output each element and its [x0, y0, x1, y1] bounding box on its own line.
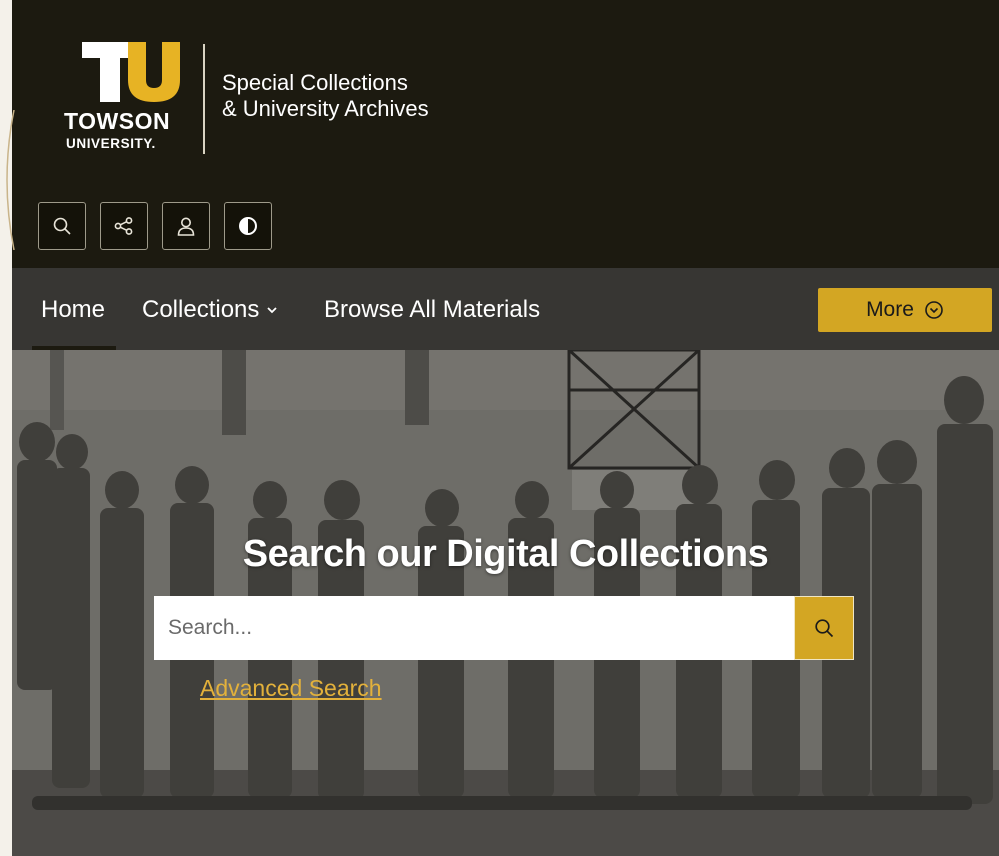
user-icon	[177, 217, 195, 236]
main-nav: Home Collections Browse All Materials Mo…	[12, 268, 999, 350]
circle-chevron-down-icon	[925, 301, 943, 319]
search-icon	[815, 619, 834, 638]
nav-item-collections[interactable]: Collections	[142, 296, 279, 324]
nav-item-browse-all[interactable]: Browse All Materials	[324, 296, 540, 324]
contrast-icon	[239, 217, 257, 235]
nav-item-collections-label: Collections	[142, 296, 260, 323]
hero-banner: Search our Digital Collections Advanced …	[12, 350, 999, 856]
nav-item-browse-all-label: Browse All Materials	[324, 296, 541, 323]
site-name-line-1: Special Collections	[222, 70, 408, 95]
decorative-arc	[6, 110, 15, 250]
site-name-line-2: & University Archives	[222, 96, 429, 121]
hero-title: Search our Digital Collections	[242, 533, 769, 576]
user-account-button[interactable]	[162, 202, 210, 250]
contrast-toggle-button[interactable]	[224, 202, 272, 250]
towson-logo[interactable]: TOWSON UNIVERSITY.	[64, 42, 194, 157]
advanced-search-link[interactable]: Advanced Search	[200, 675, 382, 702]
site-header: TOWSON UNIVERSITY. Special Collections &…	[12, 0, 999, 268]
page: TOWSON UNIVERSITY. Special Collections &…	[12, 0, 999, 856]
search-icon	[53, 217, 71, 235]
share-button[interactable]	[100, 202, 148, 250]
utility-toolbar	[38, 202, 272, 250]
nav-item-home-label: Home	[41, 296, 106, 323]
search-submit-button[interactable]	[794, 596, 854, 660]
logo-divider	[203, 44, 205, 154]
search-form	[154, 596, 854, 660]
towson-logo-icon	[82, 42, 180, 102]
nav-item-home[interactable]: Home	[41, 296, 105, 324]
search-input[interactable]	[154, 596, 794, 660]
logo-wordmark-towson: TOWSON	[64, 108, 171, 134]
search-toggle-button[interactable]	[38, 202, 86, 250]
more-button[interactable]: More	[818, 288, 992, 332]
site-name[interactable]: Special Collections & University Archive…	[222, 70, 429, 122]
share-icon	[114, 217, 133, 235]
logo-wordmark-university: UNIVERSITY.	[66, 136, 156, 151]
more-button-label: More	[866, 298, 914, 321]
chevron-down-icon	[267, 307, 278, 314]
